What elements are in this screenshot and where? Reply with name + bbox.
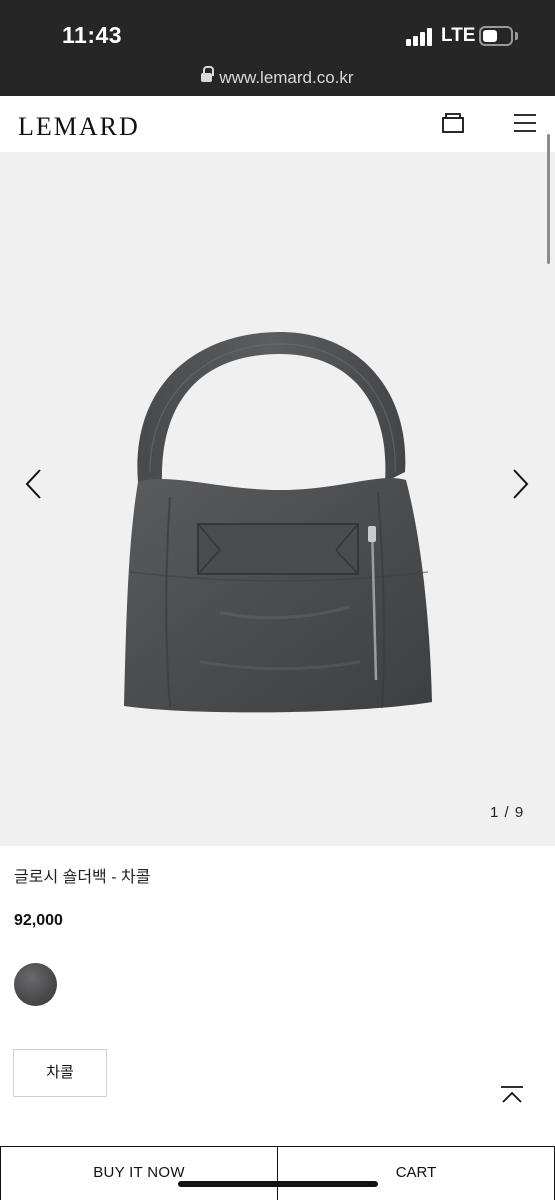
battery-level	[483, 30, 497, 42]
status-time: 11:43	[62, 22, 123, 48]
option-button-charcoal[interactable]: 차콜	[13, 1049, 107, 1097]
product-price: 92,000	[14, 912, 63, 929]
next-image-arrow-icon[interactable]	[508, 467, 532, 501]
battery-icon	[479, 26, 513, 46]
product-image-gallery[interactable]: 1 / 9	[0, 152, 555, 846]
add-to-cart-button[interactable]: CART	[278, 1147, 555, 1200]
url-text: www.lemard.co.kr	[219, 68, 354, 87]
battery-tip	[515, 32, 518, 40]
cellular-signal-icon	[406, 28, 434, 46]
network-type: LTE	[441, 25, 476, 46]
shopping-bag-icon[interactable]	[442, 112, 464, 134]
page-scrollbar[interactable]	[547, 134, 550, 264]
image-counter: 1 / 9	[490, 804, 525, 821]
menu-icon[interactable]	[513, 113, 537, 133]
buy-now-button[interactable]: BUY IT NOW	[0, 1147, 278, 1200]
previous-image-arrow-icon[interactable]	[22, 467, 46, 501]
scroll-to-top-icon[interactable]	[500, 1085, 524, 1105]
color-swatch-charcoal[interactable]	[14, 963, 57, 1006]
lock-icon	[201, 66, 215, 84]
product-title: 글로시 숄더백 - 차콜	[14, 869, 151, 886]
site-logo[interactable]: LEMARD	[18, 112, 140, 142]
site-header: LEMARD	[0, 96, 555, 152]
home-indicator[interactable]	[178, 1181, 378, 1187]
product-image	[124, 332, 432, 713]
purchase-action-bar: BUY IT NOW CART	[0, 1146, 555, 1200]
address-bar[interactable]: www.lemard.co.kr	[0, 62, 555, 96]
status-bar: 11:43 LTE	[0, 0, 555, 62]
